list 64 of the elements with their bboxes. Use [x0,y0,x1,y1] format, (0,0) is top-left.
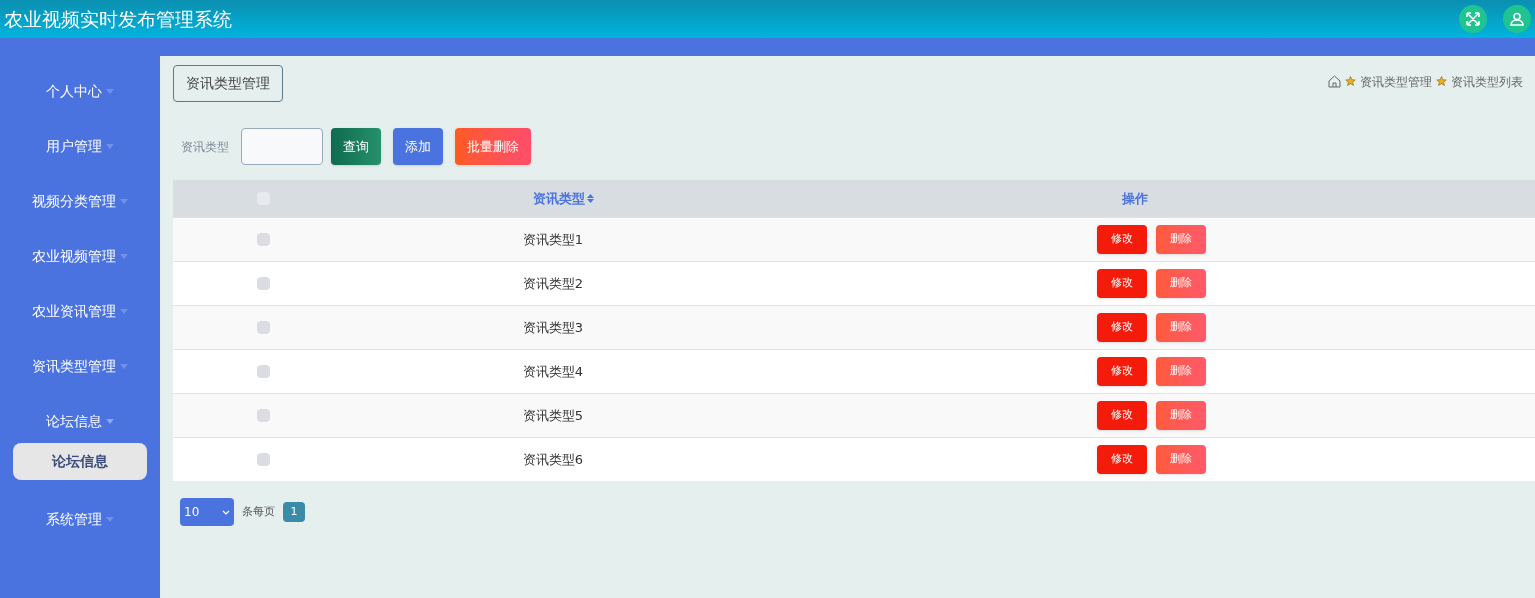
edit-button[interactable]: 修改 [1097,445,1147,474]
table-cell-text: 资讯类型2 [522,274,584,293]
page-number[interactable]: 1 [283,502,305,522]
sidebar-item[interactable]: 论坛信息 [0,399,160,443]
breadcrumb-item[interactable]: 资讯类型列表 [1451,72,1523,91]
per-page-label: 条每页 [242,503,275,520]
sidebar-item[interactable]: 农业资讯管理 [0,284,160,339]
batch-delete-button[interactable]: 批量删除 [455,128,531,165]
caret-icon [106,89,114,94]
row-checkbox[interactable] [256,409,270,422]
search-field[interactable] [241,128,323,165]
delete-button[interactable]: 删除 [1156,401,1206,430]
table-cell-text: 资讯类型5 [522,406,584,425]
caret-icon [120,254,128,259]
table-cell-text: 资讯类型6 [522,450,584,469]
home-icon [1328,75,1341,88]
star-icon [1345,76,1356,87]
row-checkbox[interactable] [256,453,270,466]
row-checkbox[interactable] [256,365,270,378]
breadcrumb-item[interactable]: 资讯类型管理 [1360,72,1432,91]
sidebar-item[interactable]: 用户管理 [0,119,160,174]
edit-button[interactable]: 修改 [1097,269,1147,298]
sidebar-item[interactable]: 农业视频管理 [0,229,160,284]
table-cell-text: 资讯类型1 [522,230,584,249]
caret-icon [120,199,128,204]
expand-icon [1466,12,1480,26]
caret-icon [106,144,114,149]
row-checkbox[interactable] [256,321,270,334]
sidebar-item[interactable]: 个人中心 [0,64,160,119]
table-cell-text: 资讯类型3 [522,318,584,337]
caret-icon [120,364,128,369]
sidebar-item[interactable]: 资讯类型管理 [0,339,160,394]
sidebar-item[interactable]: 系统管理 [0,492,160,547]
edit-button[interactable]: 修改 [1097,401,1147,430]
sort-icon [586,194,594,203]
query-button[interactable]: 查询 [331,128,381,165]
user-icon [1510,12,1524,26]
chevron-down-icon [222,509,230,515]
table-cell-text: 资讯类型4 [522,362,584,381]
column-header: 操作 [1122,189,1148,208]
column-header[interactable]: 资讯类型 [532,188,594,209]
search-label: 资讯类型 [181,138,229,156]
add-button[interactable]: 添加 [393,128,443,165]
user-button[interactable] [1503,5,1531,33]
edit-button[interactable]: 修改 [1097,225,1147,254]
delete-button[interactable]: 删除 [1156,357,1206,386]
delete-button[interactable]: 删除 [1156,269,1206,298]
delete-button[interactable]: 删除 [1156,313,1206,342]
delete-button[interactable]: 删除 [1156,445,1206,474]
star-icon [1436,76,1447,87]
page-size-select[interactable]: 10 [180,498,234,526]
app-title: 农业视频实时发布管理系统 [3,6,232,32]
sidebar-subitem[interactable]: 论坛信息 [13,443,147,480]
row-checkbox[interactable] [256,233,270,246]
row-checkbox[interactable] [256,277,270,290]
caret-icon [120,309,128,314]
caret-icon [106,418,114,424]
edit-button[interactable]: 修改 [1097,357,1147,386]
delete-button[interactable]: 删除 [1156,225,1206,254]
sidebar-item[interactable]: 视频分类管理 [0,174,160,229]
page-title: 资讯类型管理 [173,65,283,102]
edit-button[interactable]: 修改 [1097,313,1147,342]
caret-icon [106,517,114,522]
fullscreen-button[interactable] [1459,5,1487,33]
